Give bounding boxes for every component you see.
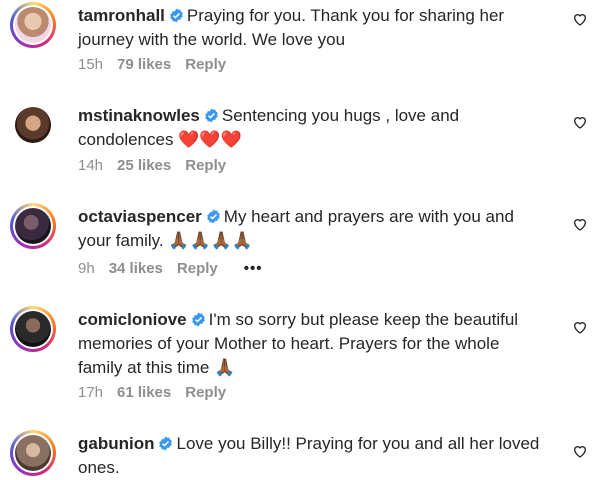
verified-badge-icon — [191, 312, 205, 327]
heart-icon[interactable] — [572, 443, 588, 459]
comment-time: 9h — [78, 260, 95, 277]
reply-button[interactable]: Reply — [185, 384, 226, 401]
verified-badge-icon — [170, 8, 183, 23]
more-options-icon[interactable]: ••• — [244, 260, 263, 277]
avatar[interactable] — [10, 306, 56, 352]
comment-time: 17h — [78, 384, 104, 401]
comment-likes[interactable]: 34 likes — [109, 260, 163, 277]
reply-button[interactable]: Reply — [185, 56, 226, 73]
comment-time: 14h — [78, 157, 104, 174]
heart-icon[interactable] — [572, 216, 588, 232]
avatar[interactable] — [10, 430, 56, 476]
comment-likes[interactable]: 25 likes — [117, 157, 171, 174]
comment-username[interactable]: tamronhall — [78, 6, 165, 25]
heart-icon[interactable] — [572, 11, 588, 27]
comment-time: 15h — [78, 56, 104, 73]
verified-badge-icon — [159, 436, 173, 451]
reply-button[interactable]: Reply — [177, 260, 218, 277]
verified-badge-icon — [207, 209, 220, 224]
heart-icon[interactable] — [572, 114, 588, 130]
comment-username[interactable]: gabunion — [78, 434, 154, 453]
heart-icon[interactable] — [572, 319, 588, 335]
avatar[interactable] — [10, 203, 56, 249]
reply-button[interactable]: Reply — [185, 157, 226, 174]
avatar[interactable] — [10, 2, 56, 48]
comment-username[interactable]: comicloniove — [78, 310, 187, 329]
comment-likes[interactable]: 61 likes — [117, 384, 171, 401]
avatar[interactable] — [10, 102, 56, 148]
comment-likes[interactable]: 79 likes — [117, 56, 171, 73]
comment-username[interactable]: mstinaknowles — [78, 106, 200, 125]
verified-badge-icon — [205, 108, 218, 123]
comment-username[interactable]: octaviaspencer — [78, 207, 202, 226]
